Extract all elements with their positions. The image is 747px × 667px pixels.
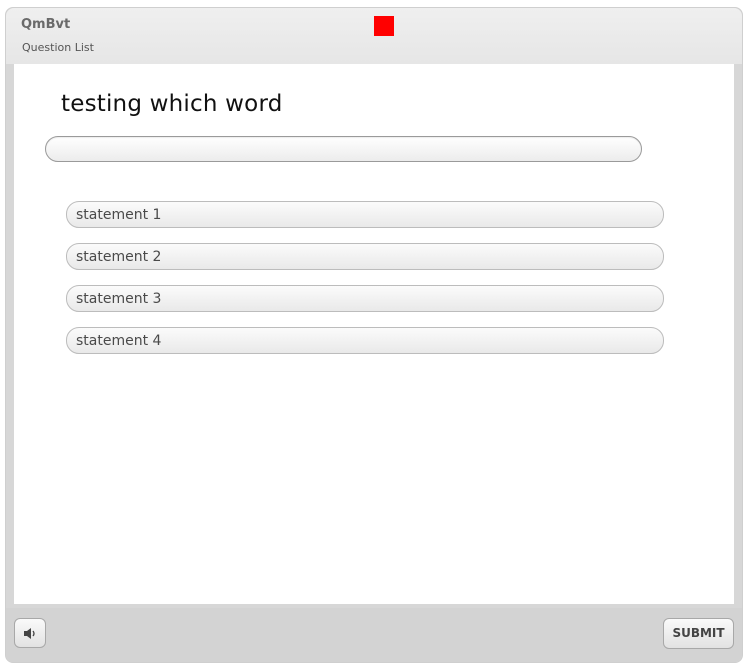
statement-label: statement 3 — [76, 291, 162, 307]
quiz-window: QmBvt Question List testing which word s… — [5, 7, 743, 663]
question-title: testing which word — [61, 91, 283, 117]
statement-option-1[interactable]: statement 1 — [66, 201, 664, 228]
footer-bar: SUBMIT — [6, 608, 742, 662]
submit-button[interactable]: SUBMIT — [663, 618, 734, 649]
statement-option-4[interactable]: statement 4 — [66, 327, 664, 354]
statement-option-2[interactable]: statement 2 — [66, 243, 664, 270]
statement-option-3[interactable]: statement 3 — [66, 285, 664, 312]
statement-label: statement 4 — [76, 333, 162, 349]
question-list-label: Question List — [22, 41, 94, 54]
header: QmBvt Question List — [6, 8, 742, 64]
statement-label: statement 2 — [76, 249, 162, 265]
speaker-icon — [24, 628, 35, 639]
sound-button[interactable] — [14, 618, 46, 648]
status-indicator — [374, 16, 394, 36]
statement-label: statement 1 — [76, 207, 162, 223]
question-panel: testing which word statement 1 statement… — [14, 64, 734, 604]
answer-drop-field[interactable] — [45, 136, 642, 162]
app-title: QmBvt — [21, 17, 71, 32]
